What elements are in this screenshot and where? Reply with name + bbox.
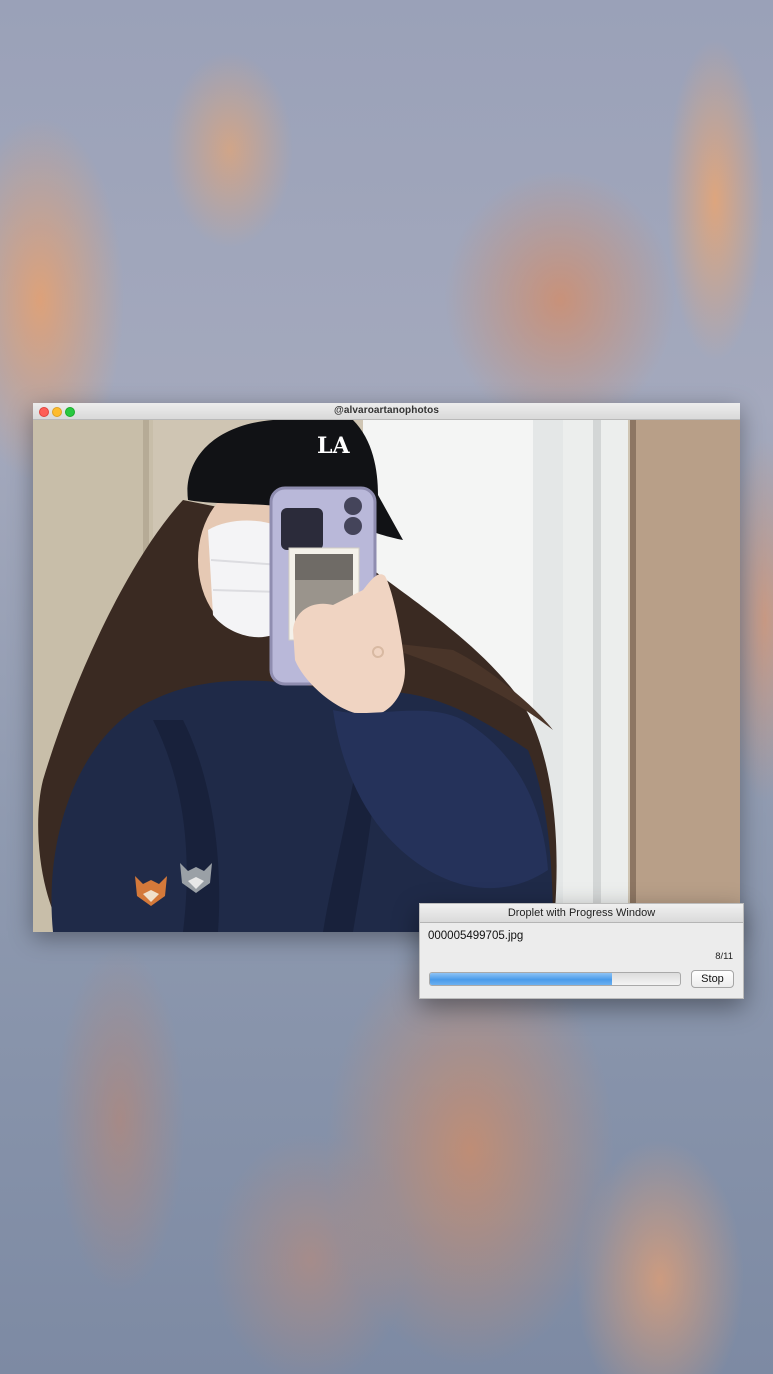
photo-window: @alvaroartanophotos LA: [33, 403, 740, 932]
progress-window: Droplet with Progress Window 00000549970…: [419, 903, 744, 999]
progress-window-title[interactable]: Droplet with Progress Window: [420, 904, 743, 923]
progress-counter: 8/11: [715, 951, 733, 962]
progress-bar: [429, 972, 681, 986]
current-filename: 000005499705.jpg: [428, 930, 524, 942]
cap-logo: LA: [317, 433, 350, 459]
progress-bar-fill: [430, 973, 612, 985]
stop-button[interactable]: Stop: [691, 970, 734, 988]
photo-window-title: @alvaroartanophotos: [333, 405, 439, 416]
photo-window-titlebar[interactable]: @alvaroartanophotos: [33, 403, 740, 420]
photo-image: LA: [33, 420, 740, 932]
